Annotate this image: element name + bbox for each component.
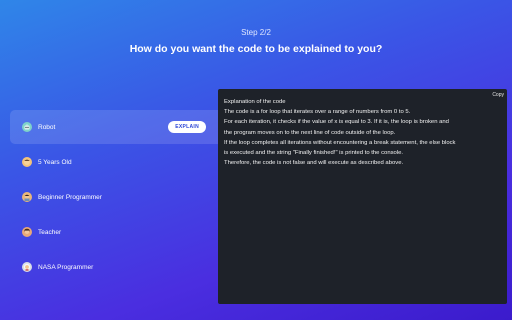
explanation-line: the program moves on to the next line of… <box>224 129 396 136</box>
option-label: NASA Programmer <box>38 263 94 271</box>
step-indicator: Step 2/2 <box>241 28 271 37</box>
explanation-line: Therefore, the code is not false and wil… <box>224 160 404 167</box>
option-robot[interactable]: Robot EXPLAIN <box>10 110 220 144</box>
option-label: Beginner Programmer <box>38 193 102 201</box>
option-teacher[interactable]: Teacher <box>10 215 220 249</box>
option-label: Teacher <box>38 228 62 236</box>
explanation-heading: Explanation of the code <box>224 99 286 105</box>
explanation-line: If the loop completes all iterations wit… <box>224 139 456 146</box>
explanation-line: is executed and the string "Finally fini… <box>224 150 404 157</box>
astronaut-icon <box>22 262 32 272</box>
explain-button[interactable]: EXPLAIN <box>168 121 206 133</box>
header: Step 2/2 How do you want the code to be … <box>0 0 512 55</box>
robot-icon <box>22 122 32 132</box>
option-nasa-programmer[interactable]: NASA Programmer <box>10 250 220 284</box>
option-label: 5 Years Old <box>38 158 72 166</box>
explanation-line: For each iteration, it checks if the val… <box>224 119 449 126</box>
option-beginner-programmer[interactable]: Beginner Programmer <box>10 180 220 214</box>
explanation-line: The code is a for loop that iterates ove… <box>224 109 411 116</box>
explanation-panel: Copy Explanation of the code The code is… <box>218 89 507 304</box>
option-label: Robot <box>38 123 56 131</box>
beginner-programmer-icon <box>22 192 32 202</box>
option-5-years-old[interactable]: 5 Years Old <box>10 145 220 179</box>
child-icon <box>22 157 32 167</box>
page-title: How do you want the code to be explained… <box>129 43 383 55</box>
copy-button[interactable]: Copy <box>492 92 504 98</box>
teacher-icon <box>22 227 32 237</box>
